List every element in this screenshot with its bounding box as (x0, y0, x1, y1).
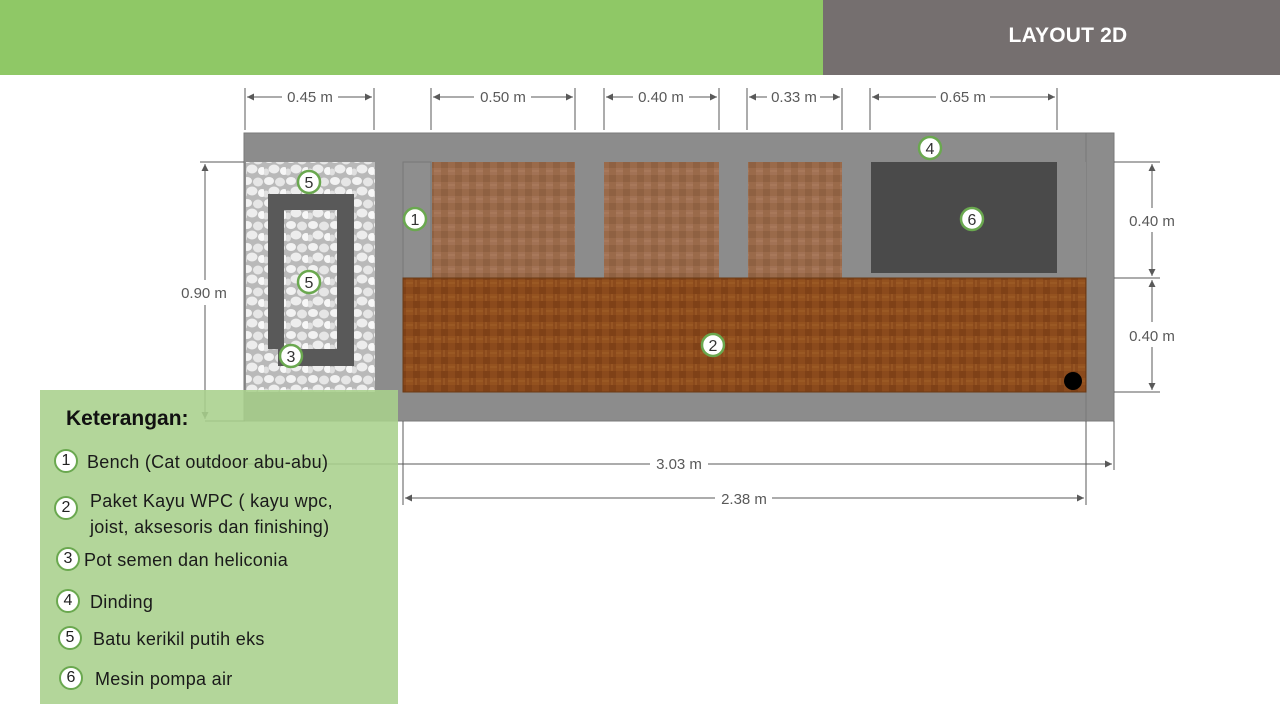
legend-badge: 5 (58, 626, 82, 650)
svg-text:6: 6 (968, 212, 977, 229)
marker-1: 1 (402, 206, 428, 232)
legend-item-wall: 4 Dinding (56, 589, 153, 615)
legend-item-pump: 6 Mesin pompa air (59, 666, 233, 692)
svg-text:4: 4 (926, 141, 935, 158)
legend-badge: 6 (59, 666, 83, 690)
marker-5-pot: 5 (296, 269, 322, 295)
marker-5-top: 5 (296, 169, 322, 195)
marker-2: 2 (700, 332, 726, 358)
dim-bay2: 0.40 m (638, 89, 684, 106)
legend-item-gravel: 5 Batu kerikil putih eks (58, 626, 265, 652)
svg-text:3: 3 (287, 349, 296, 366)
legend-title: Keterangan: (66, 407, 189, 430)
bay-1 (432, 162, 575, 278)
dim-gravel-width: 0.45 m (287, 89, 333, 106)
legend-item-pot: 3 Pot semen dan heliconia (56, 547, 288, 573)
legend-badge: 4 (56, 589, 80, 613)
legend-label: Paket Kayu WPC ( kayu wpc, (90, 491, 333, 511)
legend-badge: 1 (54, 449, 78, 473)
legend-item-bench: 1 Bench (Cat outdoor abu-abu) (54, 449, 328, 475)
dim-upper-depth: 0.40 m (1129, 213, 1175, 230)
legend-badge: 2 (54, 496, 78, 520)
legend-panel: Keterangan: 1 Bench (Cat outdoor abu-abu… (40, 390, 398, 704)
dim-deck-width: 2.38 m (721, 491, 767, 508)
svg-text:2: 2 (709, 338, 718, 355)
legend-item-wpc: 2 Paket Kayu WPC ( kayu wpc, joist, akse… (54, 488, 333, 540)
bay-3 (748, 162, 842, 278)
marker-4: 4 (917, 135, 943, 161)
legend-label: Batu kerikil putih eks (93, 629, 265, 649)
legend-label: Pot semen dan heliconia (84, 550, 289, 570)
marker-6: 6 (959, 206, 985, 232)
wpc-deck (402, 277, 1087, 393)
legend-badge: 3 (56, 547, 80, 571)
dim-right (1114, 161, 1160, 393)
marker-3: 3 (278, 343, 304, 369)
svg-text:5: 5 (305, 275, 314, 292)
dim-bay1: 0.50 m (480, 89, 526, 106)
legend-label: Bench (Cat outdoor abu-abu) (87, 452, 329, 472)
dim-pump-bay: 0.65 m (940, 89, 986, 106)
legend-label: Dinding (90, 592, 154, 612)
svg-text:5: 5 (305, 175, 314, 192)
dim-depth: 0.90 m (181, 285, 227, 302)
dim-lower-depth: 0.40 m (1129, 328, 1175, 345)
drain-hole (1064, 372, 1082, 390)
legend-label-line2: joist, aksesoris dan finishing) (90, 517, 330, 537)
svg-text:1: 1 (411, 212, 420, 229)
bay-2 (604, 162, 719, 278)
dim-bay3: 0.33 m (771, 89, 817, 106)
dim-total-width: 3.03 m (656, 456, 702, 473)
legend-label: Mesin pompa air (95, 669, 233, 689)
